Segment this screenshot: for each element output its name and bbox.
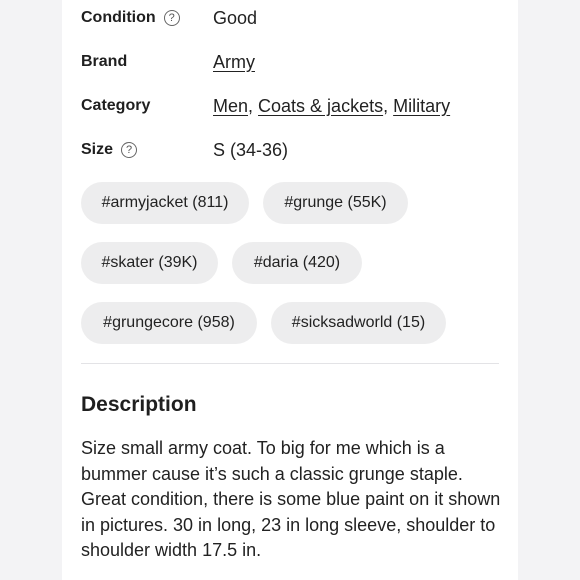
detail-row-size: Size ? S (34-36) xyxy=(81,138,501,162)
tag-chip[interactable]: #sicksadworld (15) xyxy=(271,302,446,344)
category-label-wrap: Category xyxy=(81,97,213,115)
brand-label: Brand xyxy=(81,53,128,70)
detail-row-brand: Brand Army xyxy=(81,50,501,74)
tag-chip[interactable]: #daria (420) xyxy=(232,242,362,284)
condition-value: Good xyxy=(213,7,258,28)
category-link-coats-jackets[interactable]: Coats & jackets xyxy=(258,96,383,116)
listing-details-panel: Condition ? Good Brand Army Category Men… xyxy=(62,0,518,580)
brand-label-wrap: Brand xyxy=(81,53,213,71)
category-label: Category xyxy=(81,97,151,114)
category-separator: , xyxy=(248,95,259,116)
size-label: Size xyxy=(81,141,114,158)
tag-chip[interactable]: #grungecore (958) xyxy=(81,302,257,344)
category-links: Men, Coats & jackets, Military xyxy=(213,96,450,117)
condition-label: Condition xyxy=(81,9,156,26)
tag-chip[interactable]: #grunge (55K) xyxy=(263,182,408,224)
detail-row-category: Category Men, Coats & jackets, Military xyxy=(81,94,501,118)
section-divider xyxy=(81,363,499,364)
category-link-men[interactable]: Men xyxy=(213,96,248,116)
brand-link[interactable]: Army xyxy=(213,52,255,73)
description-text: Size small army coat. To big for me whic… xyxy=(81,438,501,560)
question-circle-icon[interactable]: ? xyxy=(121,142,138,158)
size-value: S (34-36) xyxy=(213,139,289,160)
size-label-wrap: Size ? xyxy=(81,141,213,159)
category-separator: , xyxy=(383,95,394,116)
detail-row-condition: Condition ? Good xyxy=(81,6,501,30)
description-heading: Description xyxy=(81,393,197,416)
question-circle-icon[interactable]: ? xyxy=(163,10,180,26)
category-link-military[interactable]: Military xyxy=(393,96,450,116)
tag-chip[interactable]: #skater (39K) xyxy=(81,242,218,284)
condition-label-wrap: Condition ? xyxy=(81,9,213,27)
tag-chip[interactable]: #armyjacket (811) xyxy=(81,182,249,224)
